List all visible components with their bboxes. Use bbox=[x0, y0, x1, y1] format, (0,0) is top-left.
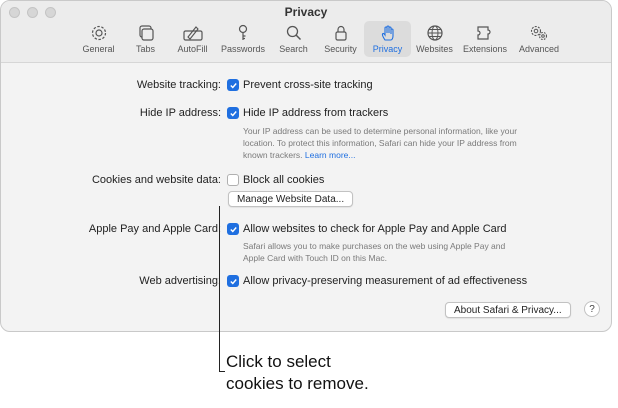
callout-line bbox=[219, 206, 220, 372]
about-safari-privacy-button[interactable]: About Safari & Privacy... bbox=[445, 302, 571, 318]
tab-label: Tabs bbox=[135, 44, 155, 54]
website-tracking-label: Website tracking: bbox=[136, 79, 221, 91]
puzzle-icon bbox=[477, 26, 491, 40]
tab-extensions[interactable]: Extensions bbox=[458, 21, 512, 57]
hide-ip-checkbox[interactable] bbox=[227, 107, 239, 119]
search-icon bbox=[286, 25, 301, 41]
checkmark-icon bbox=[229, 226, 237, 233]
tab-label: General bbox=[82, 44, 115, 54]
tab-tabs[interactable]: Tabs bbox=[122, 21, 169, 57]
gears-icon bbox=[530, 25, 548, 41]
callout-line-tick bbox=[219, 371, 225, 372]
window-title: Privacy bbox=[284, 5, 328, 19]
tab-label: Advanced bbox=[518, 44, 560, 54]
apple-pay-label: Apple Pay and Apple Card: bbox=[88, 223, 221, 235]
checkmark-icon bbox=[229, 82, 237, 89]
title-bar: Privacy General Tabs AutoFill Passwords … bbox=[1, 1, 611, 63]
tab-autofill[interactable]: AutoFill bbox=[169, 21, 216, 57]
help-button[interactable]: ? bbox=[584, 301, 600, 317]
apple-pay-note: Safari allows you to make purchases on t… bbox=[243, 241, 506, 263]
tab-general[interactable]: General bbox=[75, 21, 122, 57]
callout-annotation: Click to select cookies to remove. bbox=[226, 351, 369, 395]
block-cookies-option: Block all cookies bbox=[243, 174, 325, 186]
manage-website-data-button[interactable]: Manage Website Data... bbox=[228, 191, 354, 207]
tab-label: Security bbox=[324, 44, 357, 54]
tab-label: AutoFill bbox=[177, 44, 208, 54]
block-cookies-checkbox[interactable] bbox=[227, 174, 239, 186]
lock-icon bbox=[334, 25, 347, 41]
learn-more-link[interactable]: Learn more... bbox=[305, 150, 356, 160]
autofill-icon bbox=[182, 26, 203, 41]
tab-label: Privacy bbox=[372, 44, 403, 54]
tab-search[interactable]: Search bbox=[270, 21, 317, 57]
hide-ip-note: Your IP address can be used to determine… bbox=[243, 126, 518, 160]
tab-privacy[interactable]: Privacy bbox=[364, 21, 411, 57]
tab-security[interactable]: Security bbox=[317, 21, 364, 57]
tab-label: Passwords bbox=[220, 44, 265, 54]
tab-websites[interactable]: Websites bbox=[411, 21, 458, 57]
prevent-tracking-checkbox[interactable] bbox=[227, 79, 239, 91]
tab-label: Search bbox=[279, 44, 308, 54]
checkmark-icon bbox=[229, 278, 237, 285]
gear-icon bbox=[91, 25, 106, 41]
apple-pay-checkbox[interactable] bbox=[227, 223, 239, 235]
ad-measurement-checkbox[interactable] bbox=[227, 275, 239, 287]
key-icon bbox=[238, 24, 248, 40]
preferences-toolbar: General Tabs AutoFill Passwords Search S… bbox=[75, 21, 566, 57]
tabs-icon bbox=[138, 25, 154, 41]
tab-label: Extensions bbox=[462, 44, 508, 54]
globe-icon bbox=[426, 25, 443, 41]
apple-pay-option: Allow websites to check for Apple Pay an… bbox=[243, 223, 507, 235]
privacy-pane: Website tracking: Prevent cross-site tra… bbox=[1, 63, 611, 331]
hide-ip-description: Your IP address can be used to determine… bbox=[243, 125, 533, 161]
ad-measurement-option: Allow privacy-preserving measurement of … bbox=[243, 275, 528, 287]
callout-line-2: cookies to remove. bbox=[226, 374, 369, 393]
hide-ip-label: Hide IP address: bbox=[139, 107, 221, 119]
preferences-window: Privacy General Tabs AutoFill Passwords … bbox=[0, 0, 612, 332]
hand-icon bbox=[381, 25, 394, 41]
prevent-tracking-option: Prevent cross-site tracking bbox=[243, 79, 373, 91]
web-advertising-label: Web advertising: bbox=[139, 275, 221, 287]
cookies-label: Cookies and website data: bbox=[91, 174, 221, 186]
hide-ip-option: Hide IP address from trackers bbox=[243, 107, 389, 119]
tab-passwords[interactable]: Passwords bbox=[216, 21, 270, 57]
callout-line-1: Click to select bbox=[226, 352, 331, 371]
checkmark-icon bbox=[229, 110, 237, 117]
tab-advanced[interactable]: Advanced bbox=[512, 21, 566, 57]
tab-label: Websites bbox=[416, 44, 453, 54]
